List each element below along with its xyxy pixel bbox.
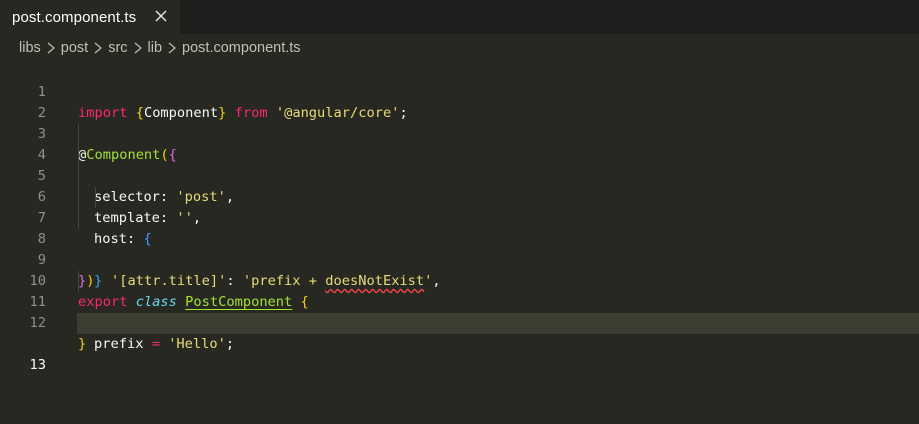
indent-guide [95,187,96,208]
breadcrumb-item-file[interactable]: post.component.ts [182,40,301,56]
code-line[interactable]: 5 template: '', [0,145,919,226]
code-line[interactable]: 3 @Component({ [0,103,919,163]
code-line[interactable]: 11 prefix = 'Hello'; [0,271,919,352]
chevron-right-icon [168,42,176,54]
chevron-right-icon [134,42,142,54]
indent-guide [78,166,79,187]
close-icon[interactable] [154,9,168,23]
code-line[interactable]: 10 export class PostComponent { [0,250,919,310]
code-line[interactable]: 4 selector: 'post', [0,124,919,205]
code-text: } [78,336,87,352]
breadcrumb-item-post[interactable]: post [61,40,88,56]
code-line[interactable]: 2 [0,82,919,121]
code-line[interactable]: 7 '[attr.title]': 'prefix + doesNotExist… [0,187,919,289]
code-line[interactable]: 6 host: { [0,166,919,247]
breadcrumb-item-libs[interactable]: libs [19,40,41,56]
current-line[interactable]: 13 [0,313,919,373]
line-number: 13 [29,357,46,373]
breadcrumb: libs post src lib post.component.ts [0,36,919,60]
code-text: prefix = 'Hello'; [94,336,235,352]
indent-guide [78,208,79,229]
breadcrumb-item-lib[interactable]: lib [148,40,163,56]
code-line[interactable]: 9 }) [0,229,919,289]
chevron-right-icon [47,42,55,54]
indent-guide [78,124,79,145]
code-line[interactable]: 1 import {Component} from '@angular/core… [0,61,919,121]
indent-guide [78,187,79,208]
code-editor[interactable]: 1 import {Component} from '@angular/core… [0,61,919,424]
chevron-right-icon [94,42,103,54]
breadcrumb-item-src[interactable]: src [108,40,127,56]
tab-bar: post.component.ts [0,0,919,34]
code-line[interactable]: 8 } [0,208,919,289]
code-line[interactable]: 12 } [0,292,919,352]
indent-guide [78,145,79,166]
indent-guide [78,271,79,292]
tab-label: post.component.ts [12,8,137,26]
tab-post-component[interactable]: post.component.ts [0,0,180,34]
current-line-highlight [77,313,919,334]
